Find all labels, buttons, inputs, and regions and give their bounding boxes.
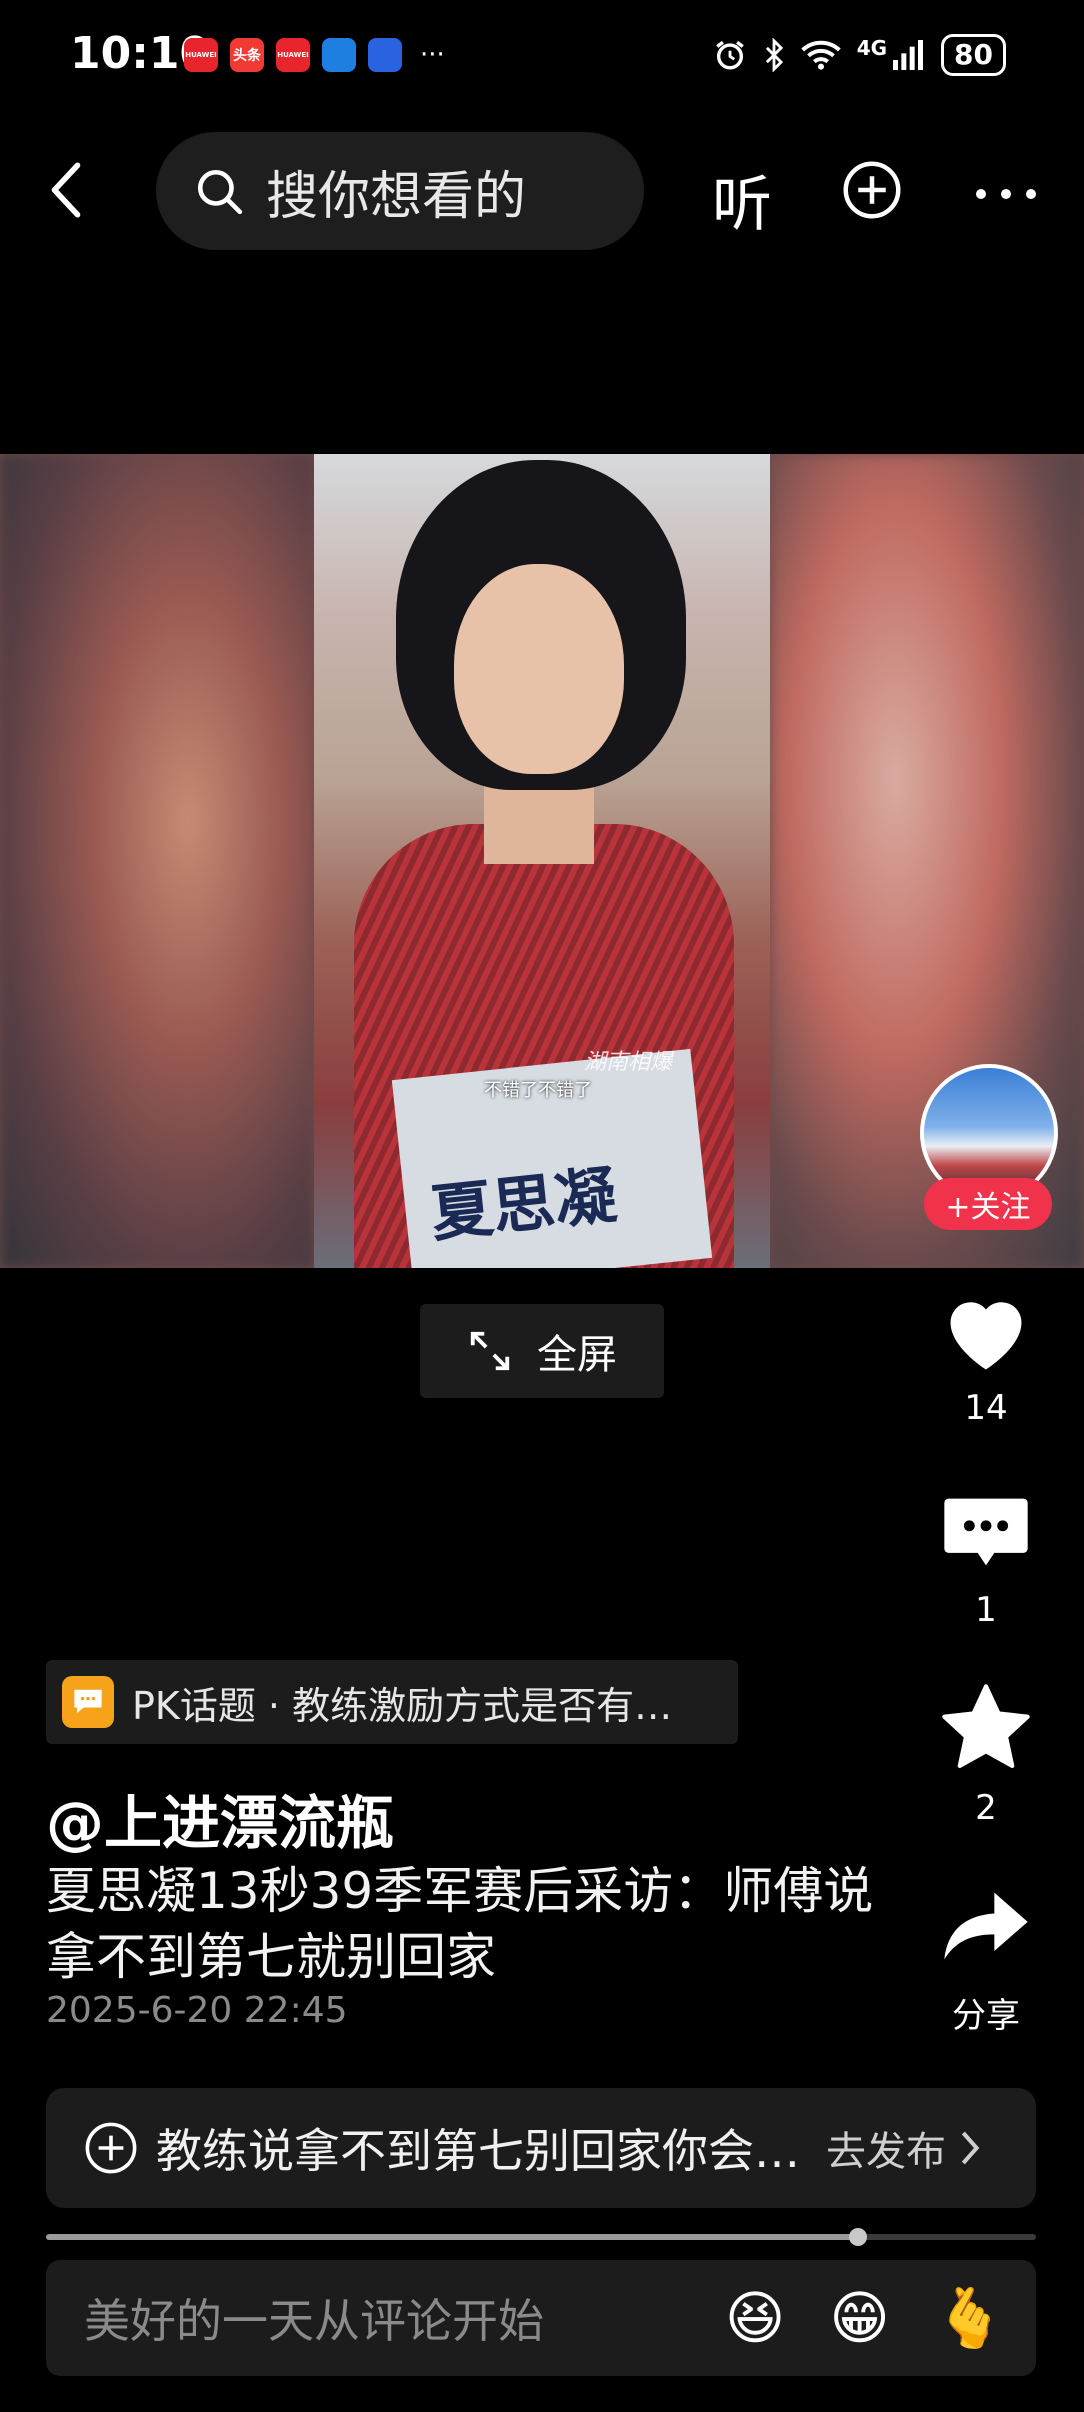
blue-app-icon [322,38,356,72]
alarm-icon [715,40,744,70]
playback-progress[interactable] [46,2228,1036,2246]
search-bar[interactable]: 搜你想看的 [156,132,644,250]
fullscreen-button[interactable]: 全屏 [420,1304,664,1398]
comment-input[interactable]: 美好的一天从评论开始 😆 😁 🫰 [46,2260,1036,2376]
wifi-icon [800,40,841,70]
search-placeholder: 搜你想看的 [266,166,527,227]
toutiao-app-icon: 头条 [230,38,264,72]
comment-icon[interactable] [936,1482,1036,1582]
publish-prompt: 教练说拿不到第七别回家你会… [156,2124,800,2178]
share-label: 分享 [952,1996,1020,2036]
heart-icon[interactable] [936,1282,1036,1382]
video-watermark: 湖南相爆 [584,1050,673,1075]
more-notifications-icon: ··· [420,40,445,70]
follow-button[interactable]: +关注 [924,1178,1052,1230]
video-description: 夏思凝13秒39季军赛后采访：师傅说拿不到第七就别回家 [46,1862,874,1986]
progress-handle[interactable] [848,2228,867,2246]
status-app-icons: HUAWEI 头条 HUAWEI ··· [184,38,445,72]
chevron-right-icon [961,2131,980,2165]
network-type: 4G [856,36,888,60]
progress-fill [46,2234,858,2240]
add-circle-icon[interactable] [842,160,902,220]
more-dot-icon [1001,189,1011,199]
more-dot-icon [1026,189,1036,199]
comment-placeholder: 美好的一天从评论开始 [84,2294,544,2348]
publish-prompt-bar[interactable]: 教练说拿不到第七别回家你会… 去发布 [46,2088,1036,2208]
comment-count: 1 [975,1590,997,1630]
expand-icon [470,1331,510,1371]
search-icon [197,169,243,215]
baidu-app-icon [368,38,402,72]
author-name[interactable]: @上进漂流瓶 [46,1776,394,1860]
publish-action[interactable]: 去发布 [826,2119,946,2177]
chevron-left-icon [51,162,81,218]
video-subtitle: 不错了不错了 [484,1080,592,1101]
share-icon[interactable] [936,1876,1036,1976]
star-icon[interactable] [936,1678,1036,1778]
like-count: 14 [964,1388,1008,1428]
bluetooth-icon [765,38,783,72]
huawei-app-icon: HUAWEI [184,38,218,72]
post-time: 2025-6-20 22:45 [46,1990,348,2031]
huawei-app-icon: HUAWEI [276,38,310,72]
topic-chip[interactable]: PK话题 · 教练激励方式是否有… [46,1660,738,1744]
fullscreen-label: 全屏 [537,1332,617,1378]
laughing-emoji-icon[interactable]: 😆 [725,2284,785,2352]
video-blur-left [0,454,314,1268]
listen-button[interactable]: 听 [712,156,772,243]
more-options-button[interactable] [976,164,1036,224]
add-circle-icon [85,2122,137,2174]
topic-text: PK话题 · 教练激励方式是否有… [132,1683,673,1728]
grinning-emoji-icon[interactable]: 😁 [829,2284,889,2352]
favorite-count: 2 [975,1788,997,1828]
more-dot-icon [976,189,986,199]
status-indicators: 4G 80 [713,34,1006,76]
athlete-face [454,564,624,774]
battery-indicator: 80 [941,34,1006,76]
signal-icon [893,40,924,70]
chat-bubble-icon [62,1676,114,1728]
back-button[interactable] [42,160,90,220]
finger-heart-emoji-icon[interactable]: 🫰 [934,2284,1006,2353]
video-frame: 夏思凝 湖南相爆 不错了不错了 [314,454,770,1268]
